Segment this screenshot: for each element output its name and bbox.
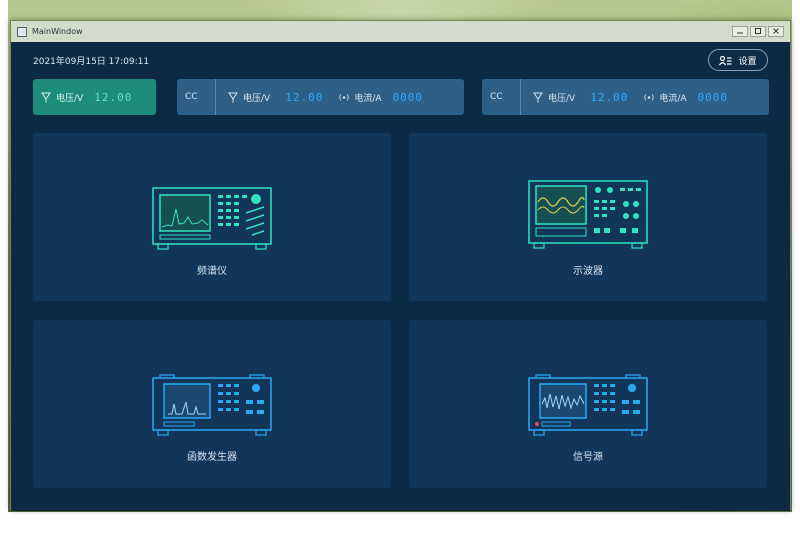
channel-1-mode: CC: [185, 92, 198, 102]
close-icon: [773, 28, 779, 34]
page-margin-left: [0, 0, 8, 533]
instrument-card-signal-source[interactable]: 信号源: [409, 320, 767, 488]
channel-2-voltage-value: 12.00: [590, 90, 629, 104]
settings-label: 设置: [738, 56, 757, 67]
instrument-label: 频谱仪: [197, 266, 227, 277]
instrument-card-spectrum-analyzer[interactable]: 频谱仪: [33, 133, 391, 301]
channel-2-voltage-label: 电压/V: [548, 93, 576, 104]
window-title: MainWindow: [32, 27, 83, 36]
channel-1-current-value: 0000: [392, 90, 424, 104]
instrument-label: 示波器: [573, 266, 603, 277]
minimize-button[interactable]: [732, 26, 748, 37]
voltage-icon: [41, 92, 51, 102]
spectrum-analyzer-icon: [152, 187, 272, 250]
close-button[interactable]: [768, 26, 784, 37]
channel-2-current-value: 0000: [697, 90, 729, 104]
main-window: MainWindow 2021年09月15日 17:09:11 设置 电压/V …: [10, 20, 791, 511]
settings-icon: [719, 55, 732, 65]
app-icon: [17, 26, 27, 37]
channel-status-panel-2: CC 电压/V 12.00 电流/A 0000: [482, 79, 769, 115]
main-voltage-label: 电压/V: [56, 93, 84, 104]
channel-1-voltage-label: 电压/V: [243, 93, 271, 104]
instrument-label: 信号源: [573, 452, 603, 463]
channel-status-panel-1: CC 电压/V 12.00 电流/A 0000: [177, 79, 464, 115]
instrument-card-oscilloscope[interactable]: 示波器: [409, 133, 767, 301]
minimize-icon: [737, 32, 743, 34]
main-content: 2021年09月15日 17:09:11 设置 电压/V 12.00 CC 电压…: [11, 42, 790, 511]
maximize-icon: [755, 28, 761, 34]
maximize-button[interactable]: [750, 26, 766, 37]
voltage-icon: [228, 92, 238, 102]
window-titlebar[interactable]: MainWindow: [11, 21, 790, 42]
channel-2-current-label: 电流/A: [659, 93, 687, 104]
settings-button[interactable]: 设置: [708, 49, 768, 71]
current-icon: [644, 93, 654, 101]
datetime-display: 2021年09月15日 17:09:11: [33, 57, 150, 67]
signal-source-icon: [528, 374, 648, 436]
channel-1-voltage-value: 12.00: [285, 90, 324, 104]
voltage-icon: [533, 92, 543, 102]
function-generator-icon: [152, 374, 272, 436]
window-controls: [732, 26, 784, 37]
channel-1-current-label: 电流/A: [354, 93, 382, 104]
channel-2-mode: CC: [490, 92, 503, 102]
current-icon: [339, 93, 349, 101]
instrument-label: 函数发生器: [187, 452, 237, 463]
oscilloscope-icon: [528, 180, 648, 249]
instrument-card-function-generator[interactable]: 函数发生器: [33, 320, 391, 488]
page-margin-right: [792, 0, 800, 533]
page-margin-bottom: [0, 512, 800, 533]
main-status-panel: 电压/V 12.00: [33, 79, 156, 115]
main-voltage-value: 12.00: [94, 90, 133, 104]
